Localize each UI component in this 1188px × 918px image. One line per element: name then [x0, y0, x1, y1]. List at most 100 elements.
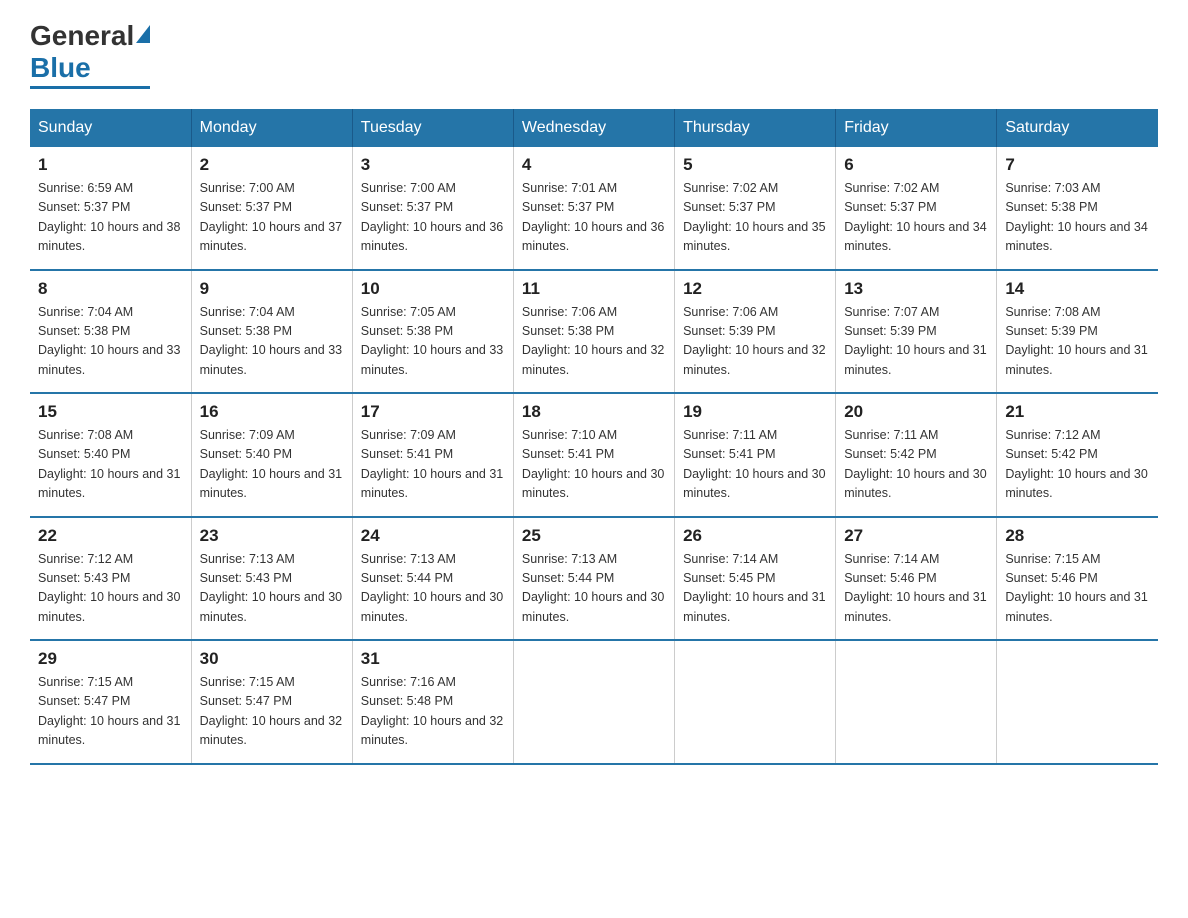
calendar-day-cell: 19 Sunrise: 7:11 AM Sunset: 5:41 PM Dayl… [675, 393, 836, 517]
day-number: 12 [683, 279, 827, 299]
column-header-tuesday: Tuesday [352, 109, 513, 147]
day-info: Sunrise: 7:13 AM Sunset: 5:44 PM Dayligh… [522, 550, 666, 628]
day-info: Sunrise: 7:07 AM Sunset: 5:39 PM Dayligh… [844, 303, 988, 381]
calendar-day-cell: 29 Sunrise: 7:15 AM Sunset: 5:47 PM Dayl… [30, 640, 191, 764]
calendar-day-cell: 24 Sunrise: 7:13 AM Sunset: 5:44 PM Dayl… [352, 517, 513, 641]
calendar-day-cell: 15 Sunrise: 7:08 AM Sunset: 5:40 PM Dayl… [30, 393, 191, 517]
day-info: Sunrise: 7:14 AM Sunset: 5:46 PM Dayligh… [844, 550, 988, 628]
day-number: 24 [361, 526, 505, 546]
day-number: 18 [522, 402, 666, 422]
day-info: Sunrise: 7:12 AM Sunset: 5:42 PM Dayligh… [1005, 426, 1150, 504]
day-number: 22 [38, 526, 183, 546]
day-number: 25 [522, 526, 666, 546]
logo-triangle-icon [136, 25, 150, 43]
day-number: 10 [361, 279, 505, 299]
logo-general-text: General [30, 20, 134, 52]
calendar-day-cell: 21 Sunrise: 7:12 AM Sunset: 5:42 PM Dayl… [997, 393, 1158, 517]
day-number: 19 [683, 402, 827, 422]
calendar-week-row: 29 Sunrise: 7:15 AM Sunset: 5:47 PM Dayl… [30, 640, 1158, 764]
calendar-day-cell: 23 Sunrise: 7:13 AM Sunset: 5:43 PM Dayl… [191, 517, 352, 641]
day-info: Sunrise: 7:00 AM Sunset: 5:37 PM Dayligh… [200, 179, 344, 257]
day-info: Sunrise: 7:08 AM Sunset: 5:40 PM Dayligh… [38, 426, 183, 504]
calendar-day-cell [675, 640, 836, 764]
day-number: 2 [200, 155, 344, 175]
calendar-day-cell: 1 Sunrise: 6:59 AM Sunset: 5:37 PM Dayli… [30, 147, 191, 270]
calendar-day-cell: 18 Sunrise: 7:10 AM Sunset: 5:41 PM Dayl… [513, 393, 674, 517]
day-number: 28 [1005, 526, 1150, 546]
calendar-day-cell: 11 Sunrise: 7:06 AM Sunset: 5:38 PM Dayl… [513, 270, 674, 394]
calendar-day-cell [836, 640, 997, 764]
day-info: Sunrise: 7:14 AM Sunset: 5:45 PM Dayligh… [683, 550, 827, 628]
column-header-wednesday: Wednesday [513, 109, 674, 147]
calendar-header-row: SundayMondayTuesdayWednesdayThursdayFrid… [30, 109, 1158, 147]
day-info: Sunrise: 6:59 AM Sunset: 5:37 PM Dayligh… [38, 179, 183, 257]
calendar-week-row: 1 Sunrise: 6:59 AM Sunset: 5:37 PM Dayli… [30, 147, 1158, 270]
column-header-sunday: Sunday [30, 109, 191, 147]
day-info: Sunrise: 7:06 AM Sunset: 5:38 PM Dayligh… [522, 303, 666, 381]
day-number: 27 [844, 526, 988, 546]
column-header-friday: Friday [836, 109, 997, 147]
day-number: 20 [844, 402, 988, 422]
calendar-day-cell: 20 Sunrise: 7:11 AM Sunset: 5:42 PM Dayl… [836, 393, 997, 517]
day-number: 21 [1005, 402, 1150, 422]
calendar-table: SundayMondayTuesdayWednesdayThursdayFrid… [30, 109, 1158, 765]
calendar-day-cell: 4 Sunrise: 7:01 AM Sunset: 5:37 PM Dayli… [513, 147, 674, 270]
day-info: Sunrise: 7:02 AM Sunset: 5:37 PM Dayligh… [683, 179, 827, 257]
calendar-week-row: 15 Sunrise: 7:08 AM Sunset: 5:40 PM Dayl… [30, 393, 1158, 517]
calendar-day-cell: 8 Sunrise: 7:04 AM Sunset: 5:38 PM Dayli… [30, 270, 191, 394]
calendar-day-cell: 27 Sunrise: 7:14 AM Sunset: 5:46 PM Dayl… [836, 517, 997, 641]
day-number: 8 [38, 279, 183, 299]
day-info: Sunrise: 7:00 AM Sunset: 5:37 PM Dayligh… [361, 179, 505, 257]
day-number: 30 [200, 649, 344, 669]
logo-underline [30, 86, 150, 89]
day-number: 14 [1005, 279, 1150, 299]
column-header-monday: Monday [191, 109, 352, 147]
day-number: 17 [361, 402, 505, 422]
day-info: Sunrise: 7:08 AM Sunset: 5:39 PM Dayligh… [1005, 303, 1150, 381]
day-number: 5 [683, 155, 827, 175]
column-header-thursday: Thursday [675, 109, 836, 147]
calendar-week-row: 22 Sunrise: 7:12 AM Sunset: 5:43 PM Dayl… [30, 517, 1158, 641]
day-number: 3 [361, 155, 505, 175]
calendar-day-cell: 7 Sunrise: 7:03 AM Sunset: 5:38 PM Dayli… [997, 147, 1158, 270]
calendar-day-cell [513, 640, 674, 764]
logo-blue-text: Blue [30, 52, 91, 84]
calendar-day-cell: 3 Sunrise: 7:00 AM Sunset: 5:37 PM Dayli… [352, 147, 513, 270]
calendar-day-cell: 9 Sunrise: 7:04 AM Sunset: 5:38 PM Dayli… [191, 270, 352, 394]
day-info: Sunrise: 7:09 AM Sunset: 5:41 PM Dayligh… [361, 426, 505, 504]
day-info: Sunrise: 7:02 AM Sunset: 5:37 PM Dayligh… [844, 179, 988, 257]
page-header: General Blue [30, 20, 1158, 89]
day-number: 13 [844, 279, 988, 299]
day-number: 4 [522, 155, 666, 175]
day-info: Sunrise: 7:13 AM Sunset: 5:43 PM Dayligh… [200, 550, 344, 628]
day-number: 7 [1005, 155, 1150, 175]
calendar-day-cell: 2 Sunrise: 7:00 AM Sunset: 5:37 PM Dayli… [191, 147, 352, 270]
day-number: 23 [200, 526, 344, 546]
day-number: 31 [361, 649, 505, 669]
day-info: Sunrise: 7:04 AM Sunset: 5:38 PM Dayligh… [200, 303, 344, 381]
calendar-day-cell: 5 Sunrise: 7:02 AM Sunset: 5:37 PM Dayli… [675, 147, 836, 270]
logo: General Blue [30, 20, 150, 89]
day-info: Sunrise: 7:11 AM Sunset: 5:41 PM Dayligh… [683, 426, 827, 504]
calendar-day-cell: 6 Sunrise: 7:02 AM Sunset: 5:37 PM Dayli… [836, 147, 997, 270]
calendar-day-cell: 28 Sunrise: 7:15 AM Sunset: 5:46 PM Dayl… [997, 517, 1158, 641]
day-info: Sunrise: 7:03 AM Sunset: 5:38 PM Dayligh… [1005, 179, 1150, 257]
day-info: Sunrise: 7:13 AM Sunset: 5:44 PM Dayligh… [361, 550, 505, 628]
day-info: Sunrise: 7:11 AM Sunset: 5:42 PM Dayligh… [844, 426, 988, 504]
day-info: Sunrise: 7:15 AM Sunset: 5:47 PM Dayligh… [200, 673, 344, 751]
calendar-day-cell: 17 Sunrise: 7:09 AM Sunset: 5:41 PM Dayl… [352, 393, 513, 517]
day-number: 6 [844, 155, 988, 175]
day-number: 9 [200, 279, 344, 299]
day-info: Sunrise: 7:10 AM Sunset: 5:41 PM Dayligh… [522, 426, 666, 504]
calendar-day-cell: 30 Sunrise: 7:15 AM Sunset: 5:47 PM Dayl… [191, 640, 352, 764]
day-info: Sunrise: 7:05 AM Sunset: 5:38 PM Dayligh… [361, 303, 505, 381]
day-number: 29 [38, 649, 183, 669]
calendar-day-cell: 10 Sunrise: 7:05 AM Sunset: 5:38 PM Dayl… [352, 270, 513, 394]
calendar-day-cell: 12 Sunrise: 7:06 AM Sunset: 5:39 PM Dayl… [675, 270, 836, 394]
day-info: Sunrise: 7:16 AM Sunset: 5:48 PM Dayligh… [361, 673, 505, 751]
day-info: Sunrise: 7:15 AM Sunset: 5:47 PM Dayligh… [38, 673, 183, 751]
day-info: Sunrise: 7:12 AM Sunset: 5:43 PM Dayligh… [38, 550, 183, 628]
calendar-day-cell: 26 Sunrise: 7:14 AM Sunset: 5:45 PM Dayl… [675, 517, 836, 641]
day-info: Sunrise: 7:09 AM Sunset: 5:40 PM Dayligh… [200, 426, 344, 504]
day-number: 26 [683, 526, 827, 546]
